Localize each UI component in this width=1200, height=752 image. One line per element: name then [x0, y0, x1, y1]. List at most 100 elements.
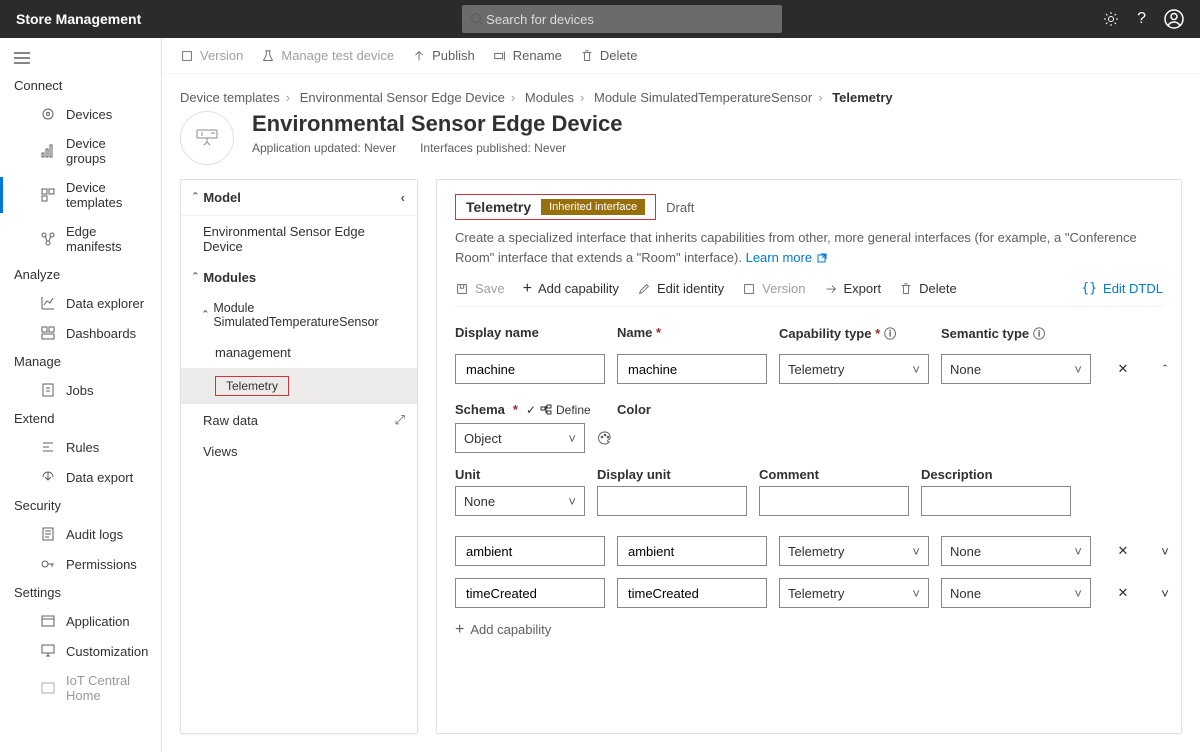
nav-item-customization[interactable]: Customization	[0, 636, 161, 666]
nav-item-edge-manifests[interactable]: Edge manifests	[0, 217, 161, 261]
search-box[interactable]	[462, 5, 782, 33]
expand-row-button[interactable]: ˅	[1155, 586, 1175, 601]
delete-button[interactable]: Delete	[899, 281, 957, 296]
breadcrumb-current: Telemetry	[832, 90, 892, 105]
version-button[interactable]: Version	[742, 281, 805, 296]
nav-item-rules[interactable]: Rules	[0, 432, 161, 462]
name-input[interactable]	[617, 536, 767, 566]
expand-icon[interactable]: ⤢	[395, 412, 405, 428]
tree-modules[interactable]: ˆModules	[181, 262, 417, 293]
nav-item-audit-logs[interactable]: Audit logs	[0, 519, 161, 549]
add-capability-button[interactable]: +Add capability	[523, 281, 619, 296]
tool-delete[interactable]: Delete	[580, 48, 638, 63]
rename-icon	[493, 49, 507, 63]
model-tree-panel: ˆ Model ‹ Environmental Sensor Edge Devi…	[180, 179, 418, 734]
info-icon[interactable]: ⓘ	[884, 327, 896, 341]
tool-rename[interactable]: Rename	[493, 48, 562, 63]
version-icon	[180, 49, 194, 63]
display-name-input[interactable]	[455, 354, 605, 384]
nav-item-application[interactable]: Application	[0, 606, 161, 636]
info-icon[interactable]: ⓘ	[1033, 327, 1045, 341]
nav-item-dashboards[interactable]: Dashboards	[0, 318, 161, 348]
nav-section-settings: Settings	[0, 579, 161, 606]
edit-identity-button[interactable]: Edit identity	[637, 281, 724, 296]
search-icon	[470, 12, 484, 26]
tree-management[interactable]: management	[181, 337, 417, 368]
collapse-panel-icon[interactable]: ‹	[401, 190, 405, 205]
key-icon	[40, 556, 56, 572]
chevron-down-icon: ˅	[912, 586, 920, 601]
nav-item-devices[interactable]: Devices	[0, 99, 161, 129]
nav-item-jobs[interactable]: Jobs	[0, 375, 161, 405]
unit-select[interactable]: None˅	[455, 486, 585, 516]
tool-manage-test[interactable]: Manage test device	[261, 48, 394, 63]
trash-icon	[899, 282, 913, 296]
breadcrumb-link[interactable]: Environmental Sensor Edge Device	[300, 90, 505, 105]
learn-more-link[interactable]: Learn more	[746, 250, 828, 265]
nav-item-iot-home[interactable]: IoT Central Home	[0, 666, 161, 710]
add-capability-link[interactable]: +Add capability	[455, 614, 1163, 645]
publish-icon	[412, 49, 426, 63]
tree-views[interactable]: Views	[181, 436, 417, 467]
app-updated-label: Application updated: Never	[252, 141, 396, 155]
beaker-icon	[261, 49, 275, 63]
breadcrumb-link[interactable]: Device templates	[180, 90, 280, 105]
remove-row-button[interactable]: ✕	[1103, 361, 1143, 377]
description-input[interactable]	[921, 486, 1071, 516]
interface-title: Telemetry	[466, 199, 531, 215]
comment-input[interactable]	[759, 486, 909, 516]
hamburger-menu-icon[interactable]	[0, 48, 161, 72]
tree-telemetry[interactable]: Telemetry	[181, 368, 417, 404]
capability-type-select[interactable]: Telemetry˅	[779, 578, 929, 608]
display-name-input[interactable]	[455, 536, 605, 566]
tool-publish[interactable]: Publish	[412, 48, 475, 63]
semantic-type-select[interactable]: None˅	[941, 354, 1091, 384]
name-input[interactable]	[617, 354, 767, 384]
nav-item-permissions[interactable]: Permissions	[0, 549, 161, 579]
expand-row-button[interactable]: ˅	[1155, 544, 1175, 559]
chevron-down-icon: ˅	[1074, 586, 1082, 601]
job-icon	[40, 382, 56, 398]
schema-select[interactable]: Object˅	[455, 423, 585, 453]
semantic-type-select[interactable]: None˅	[941, 578, 1091, 608]
nav-item-device-groups[interactable]: Device groups	[0, 129, 161, 173]
comment-header: Comment	[759, 467, 909, 482]
capability-type-select[interactable]: Telemetry˅	[779, 354, 929, 384]
schema-header: Schema * ✓ Define	[455, 402, 605, 417]
capability-type-select[interactable]: Telemetry˅	[779, 536, 929, 566]
save-button[interactable]: Save	[455, 281, 505, 296]
semantic-type-select[interactable]: None˅	[941, 536, 1091, 566]
column-headers: Display name Name * Capability type *ⓘ S…	[455, 319, 1163, 348]
name-input[interactable]	[617, 578, 767, 608]
search-input[interactable]	[484, 11, 774, 28]
remove-row-button[interactable]: ✕	[1103, 543, 1143, 559]
nav-section-connect: Connect	[0, 72, 161, 99]
chevron-up-icon[interactable]: ˆ	[193, 190, 197, 205]
display-unit-input[interactable]	[597, 486, 747, 516]
row-detail: Schema * ✓ Define Color Object˅ Unit Dis…	[455, 390, 1163, 530]
account-icon[interactable]	[1164, 9, 1184, 29]
chevron-down-icon: ˅	[1074, 544, 1082, 559]
trash-icon	[580, 49, 594, 63]
nav-item-data-explorer[interactable]: Data explorer	[0, 288, 161, 318]
export-button[interactable]: Export	[824, 281, 882, 296]
collapse-row-button[interactable]: ˆ	[1155, 362, 1175, 377]
settings-gear-icon[interactable]	[1103, 11, 1119, 27]
tree-raw-data[interactable]: Raw data⤢	[181, 404, 417, 436]
capability-row: Telemetry˅ None˅ ✕ ˆ	[455, 348, 1163, 390]
color-picker-icon[interactable]	[597, 430, 747, 446]
remove-row-button[interactable]: ✕	[1103, 585, 1143, 601]
define-button[interactable]: ✓ Define	[526, 403, 591, 417]
tree-module[interactable]: ˆModule SimulatedTemperatureSensor	[181, 293, 417, 337]
help-icon[interactable]: ?	[1137, 10, 1146, 28]
tree-root[interactable]: Environmental Sensor Edge Device	[181, 216, 417, 262]
nav-item-device-templates[interactable]: Device templates	[0, 173, 161, 217]
breadcrumb-link[interactable]: Module SimulatedTemperatureSensor	[594, 90, 812, 105]
edit-dtdl-button[interactable]: {}Edit DTDL	[1081, 281, 1163, 296]
nav-item-data-export[interactable]: Data export	[0, 462, 161, 492]
tool-version[interactable]: Version	[180, 48, 243, 63]
breadcrumb-link[interactable]: Modules	[525, 90, 574, 105]
display-name-input[interactable]	[455, 578, 605, 608]
bars-icon	[40, 143, 56, 159]
col-name: Name *	[617, 325, 767, 342]
